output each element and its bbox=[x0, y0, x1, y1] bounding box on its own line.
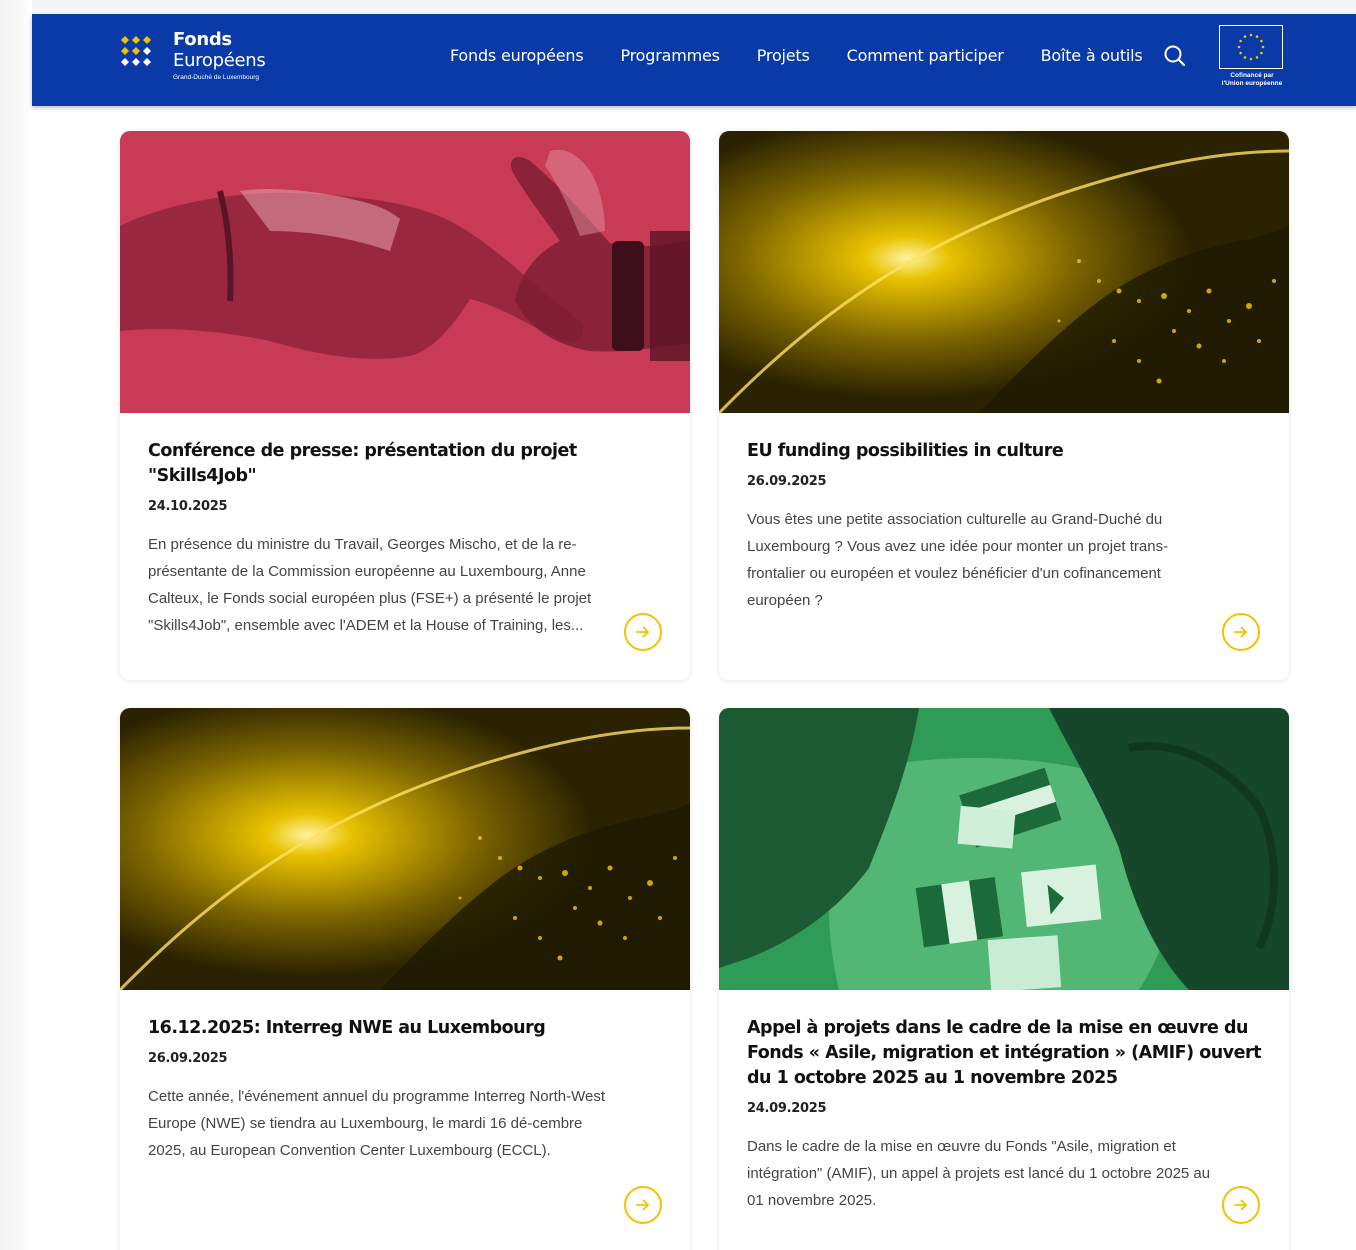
card-excerpt: En présence du ministre du Travail, Geor… bbox=[148, 536, 592, 634]
eu-star bbox=[1239, 39, 1242, 43]
eu-flag-icon bbox=[1219, 25, 1283, 69]
read-more-button[interactable] bbox=[624, 613, 662, 651]
eu-star bbox=[1249, 57, 1253, 61]
eu-star bbox=[1255, 56, 1259, 59]
site-logo[interactable]: Fonds Européens Grand-Duché de Luxembour… bbox=[120, 28, 290, 88]
news-card[interactable]: EU funding possibilities in culture 26.0… bbox=[719, 131, 1289, 680]
read-more-button[interactable] bbox=[1222, 1186, 1260, 1224]
eu-badge-text-line2: l'Union européenne bbox=[1221, 80, 1283, 87]
eu-star bbox=[1255, 35, 1259, 38]
card-image-handshake bbox=[120, 131, 690, 413]
nav-item-boite-a-outils[interactable]: Boîte à outils bbox=[1041, 46, 1143, 65]
nav-item-programmes[interactable]: Programmes bbox=[620, 46, 719, 65]
eu-star bbox=[1260, 39, 1263, 43]
arrow-right-icon bbox=[636, 626, 649, 638]
eu-star bbox=[1243, 35, 1247, 38]
eu-star bbox=[1237, 45, 1241, 49]
card-title[interactable]: Appel à projets dans le cadre de la mise… bbox=[747, 1016, 1261, 1091]
card-title[interactable]: Conférence de presse: présentation du pr… bbox=[148, 439, 662, 489]
eu-star bbox=[1243, 56, 1247, 59]
logo-name-line2: Européens bbox=[173, 50, 266, 71]
arrow-right-icon bbox=[636, 1199, 649, 1211]
card-excerpt: Dans le cadre de la mise en œuvre du Fon… bbox=[747, 1138, 1211, 1209]
card-excerpt: Vous êtes une petite association culture… bbox=[747, 511, 1169, 609]
nav-item-comment-participer[interactable]: Comment participer bbox=[847, 46, 1004, 65]
top-gap bbox=[32, 0, 1356, 14]
card-date: 24.10.2025 bbox=[148, 499, 228, 514]
read-more-button[interactable] bbox=[1222, 613, 1260, 651]
card-image-europe-night-map bbox=[719, 131, 1289, 413]
card-date: 24.09.2025 bbox=[747, 1101, 827, 1116]
site-header: Fonds Européens Grand-Duché de Luxembour… bbox=[32, 14, 1356, 106]
card-date: 26.09.2025 bbox=[747, 474, 827, 489]
card-excerpt: Cette année, l'événement annuel du progr… bbox=[148, 1088, 606, 1159]
card-title[interactable]: EU funding possibilities in culture bbox=[747, 439, 1261, 464]
main-nav: Fonds européens Programmes Projets Comme… bbox=[450, 46, 1180, 65]
logo-diamonds-icon bbox=[121, 36, 151, 66]
eu-star bbox=[1260, 51, 1263, 55]
eu-cofunded-badge: Cofinancé par l'Union européenne bbox=[1215, 25, 1289, 93]
arrow-right-icon bbox=[1234, 626, 1247, 638]
eu-star bbox=[1261, 45, 1265, 49]
logo-subtitle: Grand-Duché de Luxembourg bbox=[173, 74, 259, 81]
news-card[interactable]: Conférence de presse: présentation du pr… bbox=[120, 131, 690, 680]
news-card[interactable]: Appel à projets dans le cadre de la mise… bbox=[719, 708, 1289, 1250]
eu-badge-text-line1: Cofinancé par bbox=[1230, 72, 1274, 79]
logo-name-line1: Fonds bbox=[173, 29, 232, 50]
news-card[interactable]: 16.12.2025: Interreg NWE au Luxembourg 2… bbox=[120, 708, 690, 1250]
page-left-margin bbox=[0, 0, 32, 1250]
nav-item-fonds-europeens[interactable]: Fonds européens bbox=[450, 46, 584, 65]
search-icon[interactable] bbox=[1163, 44, 1187, 68]
eu-star bbox=[1249, 33, 1253, 37]
eu-star bbox=[1239, 51, 1242, 55]
read-more-button[interactable] bbox=[624, 1186, 662, 1224]
card-title[interactable]: 16.12.2025: Interreg NWE au Luxembourg bbox=[148, 1016, 662, 1041]
arrow-right-icon bbox=[1234, 1199, 1247, 1211]
card-date: 26.09.2025 bbox=[148, 1051, 228, 1066]
card-image-children-drawing-flags bbox=[719, 708, 1289, 990]
nav-item-projets[interactable]: Projets bbox=[757, 46, 810, 65]
card-image-europe-night-map bbox=[120, 708, 690, 990]
